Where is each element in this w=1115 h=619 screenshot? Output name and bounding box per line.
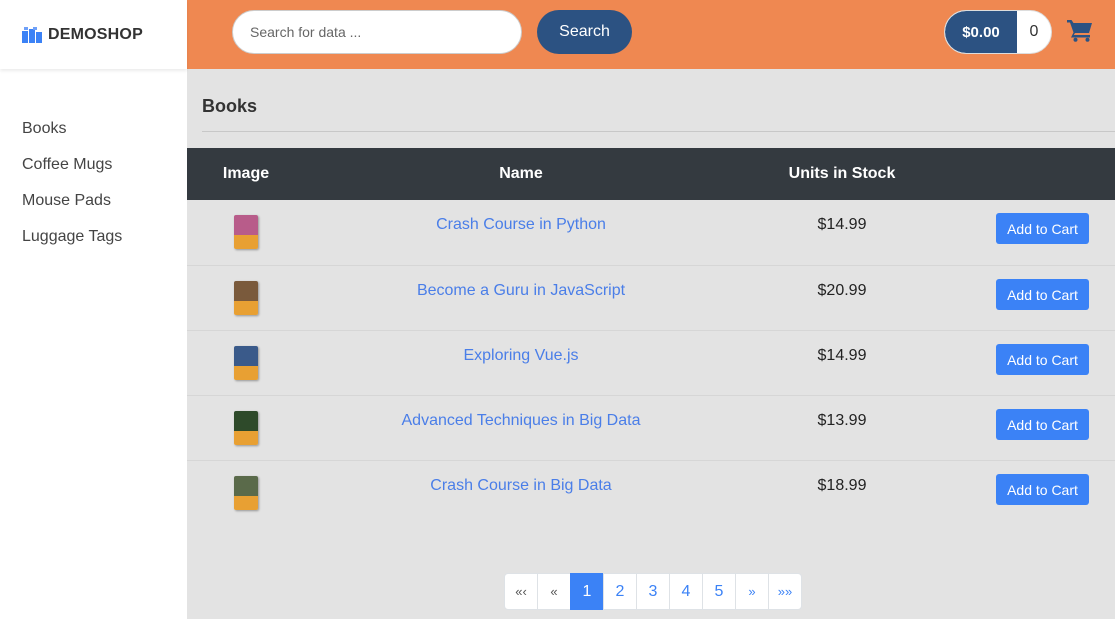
page-button-1[interactable]: 1 [570,573,604,610]
cover-art [234,476,258,496]
product-price: $20.99 [817,282,867,299]
add-to-cart-button[interactable]: Add to Cart [996,344,1089,375]
search-input[interactable] [232,10,522,54]
cover-band [234,431,258,445]
page-button-4[interactable]: 4 [669,573,703,610]
product-name-link[interactable]: Exploring Vue.js [305,347,737,365]
table-row: Become a Guru in JavaScript $20.99 Add t… [187,265,1115,330]
add-to-cart-button[interactable]: Add to Cart [996,213,1089,244]
sidebar-item-coffee-mugs[interactable]: Coffee Mugs [0,147,187,183]
table-row: Crash Course in Big Data $18.99 Add to C… [187,460,1115,525]
cover-art [234,411,258,431]
previous-page-button[interactable]: « [537,573,571,610]
table-row: Exploring Vue.js $14.99 Add to Cart [187,330,1115,395]
sidebar-item-luggage-tags[interactable]: Luggage Tags [0,219,187,255]
page-title: Books [202,96,258,116]
product-price: $18.99 [817,477,867,494]
column-header-image: Image [222,165,270,182]
store-icon [22,26,42,43]
shopping-cart-icon[interactable] [1067,18,1093,42]
cover-art [234,281,258,301]
product-name-link[interactable]: Become a Guru in JavaScript [305,282,737,300]
table-header: Image Name Units in Stock [187,148,1115,200]
add-to-cart-button[interactable]: Add to Cart [996,279,1089,310]
product-table-body: Crash Course in Python $14.99 Add to Car… [187,200,1115,525]
product-name-link[interactable]: Advanced Techniques in Big Data [305,412,737,430]
product-image[interactable] [234,215,258,249]
page-button-5[interactable]: 5 [702,573,736,610]
cart-total-price: $0.00 [945,11,1017,53]
page-button-2[interactable]: 2 [603,573,637,610]
main-content: Books Image Name Units in Stock Crash Co… [187,69,1115,619]
cover-band [234,366,258,380]
cover-art [234,346,258,366]
product-price: $14.99 [817,216,867,233]
product-price: $13.99 [817,412,867,429]
next-page-button[interactable]: » [735,573,769,610]
cover-art [234,215,258,235]
header: Search $0.00 0 [187,0,1115,69]
sidebar: DEMOSHOP Books Coffee Mugs Mouse Pads Lu… [0,0,187,619]
product-name-link[interactable]: Crash Course in Python [305,216,737,234]
cover-band [234,235,258,249]
brand-name: DEMOSHOP [48,25,143,43]
cover-band [234,301,258,315]
product-image[interactable] [234,281,258,315]
table-row: Advanced Techniques in Big Data $13.99 A… [187,395,1115,460]
first-page-button[interactable]: «‹ [504,573,538,610]
product-image[interactable] [234,476,258,510]
cart-item-count: 0 [1029,23,1039,40]
title-divider [202,131,1115,132]
table-row: Crash Course in Python $14.99 Add to Car… [187,200,1115,265]
search-button[interactable]: Search [537,10,632,54]
column-header-units-in-stock: Units in Stock [788,165,896,182]
sidebar-item-books[interactable]: Books [0,111,187,147]
cover-band [234,496,258,510]
product-image[interactable] [234,411,258,445]
cart-summary[interactable]: $0.00 0 [944,10,1052,54]
product-name-link[interactable]: Crash Course in Big Data [305,477,737,495]
pagination: «‹ « 1 2 3 4 5 » »» [504,573,802,610]
sidebar-item-mouse-pads[interactable]: Mouse Pads [0,183,187,219]
product-price: $14.99 [817,347,867,364]
column-header-name: Name [499,165,543,182]
add-to-cart-button[interactable]: Add to Cart [996,409,1089,440]
product-image[interactable] [234,346,258,380]
add-to-cart-button[interactable]: Add to Cart [996,474,1089,505]
page-button-3[interactable]: 3 [636,573,670,610]
last-page-button[interactable]: »» [768,573,802,610]
brand[interactable]: DEMOSHOP [0,0,187,69]
category-menu: Books Coffee Mugs Mouse Pads Luggage Tag… [0,69,187,255]
